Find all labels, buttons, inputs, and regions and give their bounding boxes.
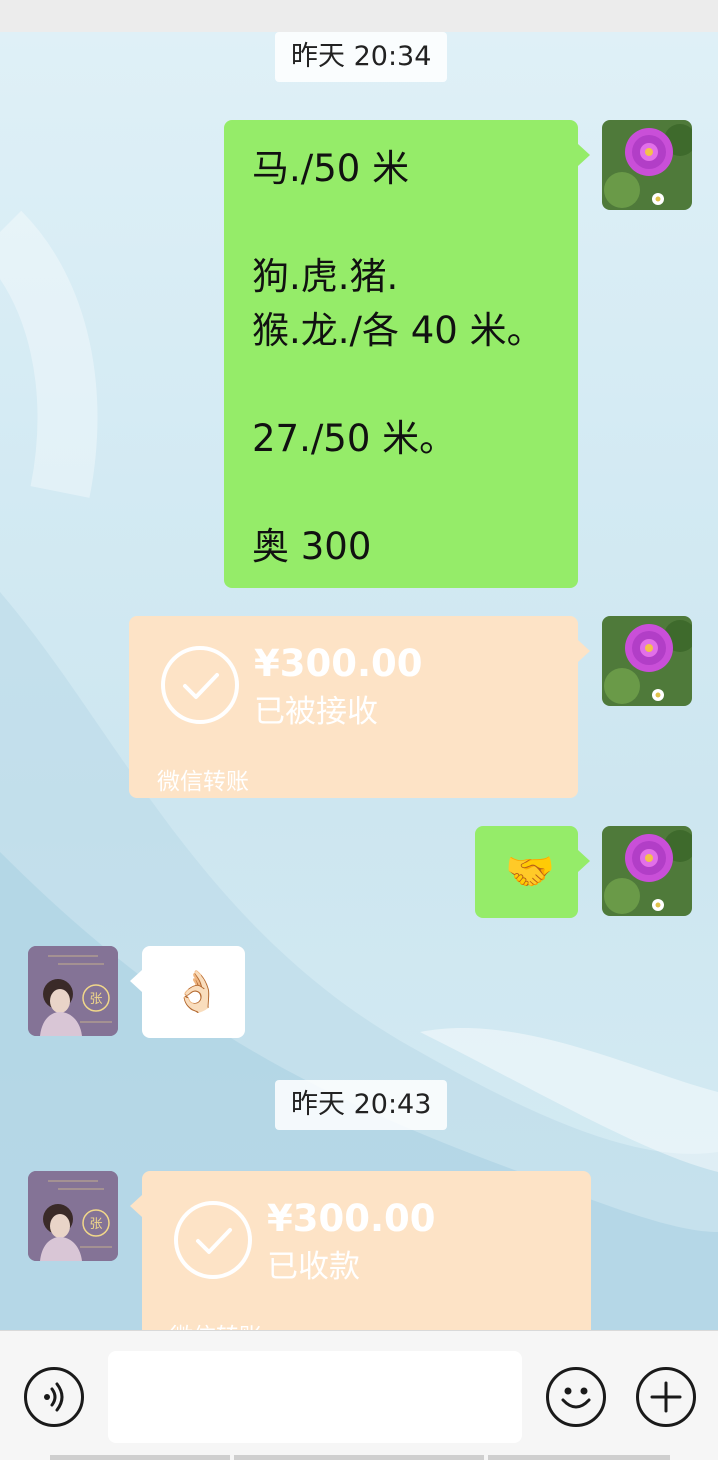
handshake-emoji: 🤝 — [505, 849, 555, 895]
top-bar — [0, 0, 718, 32]
plus-icon — [650, 1381, 682, 1413]
ok-hand-emoji: 👌🏻 — [172, 969, 222, 1015]
transfer-footer: 微信转账 — [157, 769, 249, 795]
contact-badge: 张 — [89, 1217, 102, 1232]
self-avatar[interactable] — [602, 826, 692, 916]
self-avatar[interactable] — [602, 120, 692, 210]
sent-text-bubble[interactable]: 马./50 米 狗.虎.猪. 猴.龙./各 40 米。 27./50 米。 奥 … — [224, 120, 590, 588]
transfer-amount: ¥300.00 — [254, 642, 423, 685]
self-avatar[interactable] — [602, 616, 692, 706]
emoji-icon — [561, 1387, 591, 1409]
sent-transfer-card[interactable]: ¥300.00 已被接收 微信转账 — [129, 616, 590, 798]
bubble-tail — [578, 850, 590, 872]
bubble-tail — [130, 1195, 142, 1217]
woman-portrait-avatar-icon: 张 — [28, 1171, 118, 1261]
received-emoji-bubble[interactable]: 👌🏻 — [130, 946, 245, 1038]
input-toolbar — [0, 1330, 718, 1460]
transfer-footer: 微信转账 — [170, 1317, 262, 1330]
contact-avatar[interactable]: 张 — [28, 1171, 118, 1261]
bottom-divider — [488, 1455, 670, 1460]
purple-flower-avatar-icon — [602, 826, 692, 916]
bubble-tail — [130, 970, 142, 992]
transfer-amount: ¥300.00 — [267, 1197, 436, 1240]
voice-button[interactable] — [24, 1367, 84, 1427]
woman-portrait-avatar-icon: 张 — [28, 946, 118, 1036]
message-input[interactable] — [108, 1351, 522, 1443]
check-icon — [161, 646, 239, 724]
transfer-status: 已被接收 — [254, 694, 378, 730]
transfer-status: 已收款 — [267, 1249, 360, 1285]
bottom-divider — [50, 1455, 230, 1460]
received-transfer-card[interactable]: ¥300.00 已收款 微信转账 — [130, 1171, 591, 1330]
purple-flower-avatar-icon — [602, 120, 692, 210]
contact-badge: 张 — [89, 992, 102, 1007]
check-icon — [174, 1201, 252, 1279]
timestamp: 昨天 20:34 — [275, 32, 448, 82]
plus-button[interactable] — [636, 1367, 696, 1427]
contact-avatar[interactable]: 张 — [28, 946, 118, 1036]
chat-area[interactable]: 昨天 20:34 马./50 米 狗.虎.猪. 猴.龙./各 40 米。 27.… — [0, 32, 718, 1330]
emoji-button[interactable] — [546, 1367, 606, 1427]
purple-flower-avatar-icon — [602, 616, 692, 706]
bubble-tail — [578, 640, 590, 662]
timestamp: 昨天 20:43 — [275, 1080, 448, 1130]
bottom-divider — [234, 1455, 484, 1460]
bubble-tail — [578, 144, 590, 166]
message-text: 马./50 米 狗.虎.猪. 猴.龙./各 40 米。 27./50 米。 奥 … — [252, 147, 544, 568]
sent-emoji-bubble[interactable]: 🤝 — [475, 826, 590, 918]
voice-icon — [44, 1382, 64, 1412]
